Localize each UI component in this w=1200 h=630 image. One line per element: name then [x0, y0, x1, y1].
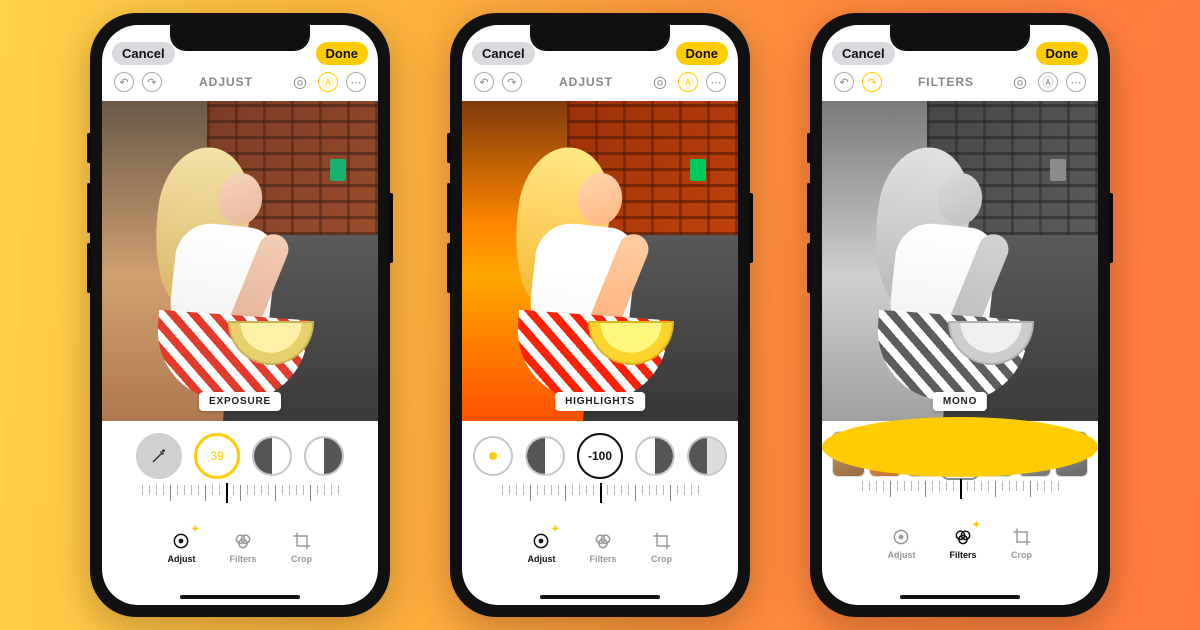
home-indicator	[900, 595, 1020, 599]
done-button[interactable]: Done	[316, 42, 369, 65]
shadows-dial[interactable]	[635, 436, 675, 476]
adjust-icon	[170, 530, 192, 552]
crop-icon	[291, 530, 313, 552]
mode-filters[interactable]: Filters	[589, 530, 616, 564]
editor-section-title: ADJUST	[530, 75, 642, 89]
device-notch	[530, 25, 670, 51]
editor-section-title: FILTERS	[890, 75, 1002, 89]
value-slider-ruler[interactable]	[822, 481, 1098, 511]
adjustment-name-chip: HIGHLIGHTS	[555, 392, 645, 411]
editor-subbar: ↶ ↷ ADJUST ◎ Ⓐ ⋯	[102, 71, 378, 101]
redo-icon[interactable]: ↷	[502, 72, 522, 92]
undo-icon[interactable]: ↶	[834, 72, 854, 92]
brilliance-dial[interactable]	[252, 436, 292, 476]
cancel-button[interactable]: Cancel	[112, 42, 175, 65]
auto-badge-icon: ✦	[551, 524, 559, 535]
value-slider-ruler[interactable]	[462, 485, 738, 515]
edited-photo[interactable]: EXPOSURE	[102, 101, 378, 421]
crop-icon	[1011, 526, 1033, 548]
toggle-preview-icon[interactable]: ◎	[290, 72, 310, 92]
mode-filters[interactable]: ✦ Filters	[949, 526, 976, 560]
mode-adjust[interactable]: ✦ Adjust	[527, 530, 555, 564]
mode-crop[interactable]: Crop	[651, 530, 673, 564]
home-indicator	[180, 595, 300, 599]
auto-badge-icon: ✦	[972, 520, 980, 531]
adjustment-name-chip: MONO	[933, 392, 987, 411]
markup-icon[interactable]: Ⓐ	[318, 72, 338, 92]
cancel-button[interactable]: Cancel	[832, 42, 895, 65]
done-button[interactable]: Done	[676, 42, 729, 65]
auto-enhance-dial[interactable]	[136, 433, 182, 479]
highlights-dial[interactable]: -100	[577, 433, 623, 479]
mode-filters[interactable]: Filters	[229, 530, 256, 564]
editor-section-title: ADJUST	[170, 75, 282, 89]
editor-mode-tabs: ✦ Adjust Filters Crop	[462, 515, 738, 577]
edited-photo[interactable]: HIGHLIGHTS	[462, 101, 738, 421]
mode-crop[interactable]: Crop	[291, 530, 313, 564]
exposure-dial[interactable]: 39	[194, 433, 240, 479]
auto-badge-icon: ✦	[191, 524, 199, 535]
adjustment-dials: 39	[102, 421, 378, 485]
markup-icon[interactable]: Ⓐ	[678, 72, 698, 92]
filter-thumb-mono[interactable]	[943, 431, 976, 477]
undo-icon[interactable]: ↶	[114, 72, 134, 92]
more-icon[interactable]: ⋯	[346, 72, 366, 92]
filters-icon	[232, 530, 254, 552]
filter-thumbnails	[822, 421, 1098, 481]
toggle-preview-icon[interactable]: ◎	[650, 72, 670, 92]
editor-subbar: ↶ ↷ FILTERS ◎ Ⓐ ⋯	[822, 71, 1098, 101]
mode-adjust[interactable]: ✦ Adjust	[167, 530, 195, 564]
adjustment-name-chip: EXPOSURE	[199, 392, 281, 411]
redo-icon[interactable]: ↷	[142, 72, 162, 92]
cancel-button[interactable]: Cancel	[472, 42, 535, 65]
toggle-preview-icon[interactable]: ◎	[1010, 72, 1030, 92]
brilliance-dial[interactable]	[525, 436, 565, 476]
adjustment-dials: -100	[462, 421, 738, 485]
undo-icon[interactable]: ↶	[474, 72, 494, 92]
phone-mockup: Cancel Done ↶ ↷ ADJUST ◎ Ⓐ ⋯ HIGHLIGHTS …	[450, 13, 750, 617]
filters-icon	[952, 526, 974, 548]
filters-icon	[592, 530, 614, 552]
more-icon[interactable]: ⋯	[706, 72, 726, 92]
value-slider-ruler[interactable]	[102, 485, 378, 515]
exposure-dial[interactable]	[473, 436, 513, 476]
done-button[interactable]: Done	[1036, 42, 1089, 65]
contrast-dial[interactable]	[687, 436, 727, 476]
adjust-icon	[530, 530, 552, 552]
redo-icon[interactable]: ↷	[862, 72, 882, 92]
adjust-icon	[890, 526, 912, 548]
device-notch	[170, 25, 310, 51]
edited-photo[interactable]: MONO	[822, 101, 1098, 421]
crop-icon	[651, 530, 673, 552]
editor-mode-tabs: ✦ Adjust Filters Crop	[102, 515, 378, 577]
editor-mode-tabs: Adjust ✦ Filters Crop	[822, 511, 1098, 573]
editor-subbar: ↶ ↷ ADJUST ◎ Ⓐ ⋯	[462, 71, 738, 101]
mode-adjust[interactable]: Adjust	[887, 526, 915, 560]
more-icon[interactable]: ⋯	[1066, 72, 1086, 92]
phone-mockup: Cancel Done ↶ ↷ ADJUST ◎ Ⓐ ⋯ EXPOSURE 39	[90, 13, 390, 617]
mode-crop[interactable]: Crop	[1011, 526, 1033, 560]
markup-icon[interactable]: Ⓐ	[1038, 72, 1058, 92]
home-indicator	[540, 595, 660, 599]
phone-mockup: Cancel Done ↶ ↷ FILTERS ◎ Ⓐ ⋯ MONO	[810, 13, 1110, 617]
highlights-dial[interactable]	[304, 436, 344, 476]
device-notch	[890, 25, 1030, 51]
